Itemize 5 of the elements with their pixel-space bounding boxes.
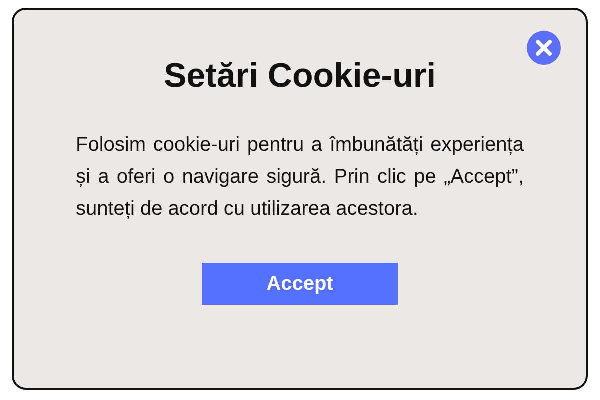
close-icon bbox=[526, 30, 562, 66]
close-button[interactable] bbox=[526, 30, 562, 66]
dialog-message: Folosim cookie-uri pentru a îmbunătăți experiența și a oferi o navigare sigură. Prin clic pe „Accept”, sunteți de acord cu utilizarea acestora. bbox=[76, 132, 524, 222]
accept-button[interactable]: Accept bbox=[202, 262, 398, 305]
dialog-title: Setări Cookie-uri bbox=[164, 56, 436, 97]
